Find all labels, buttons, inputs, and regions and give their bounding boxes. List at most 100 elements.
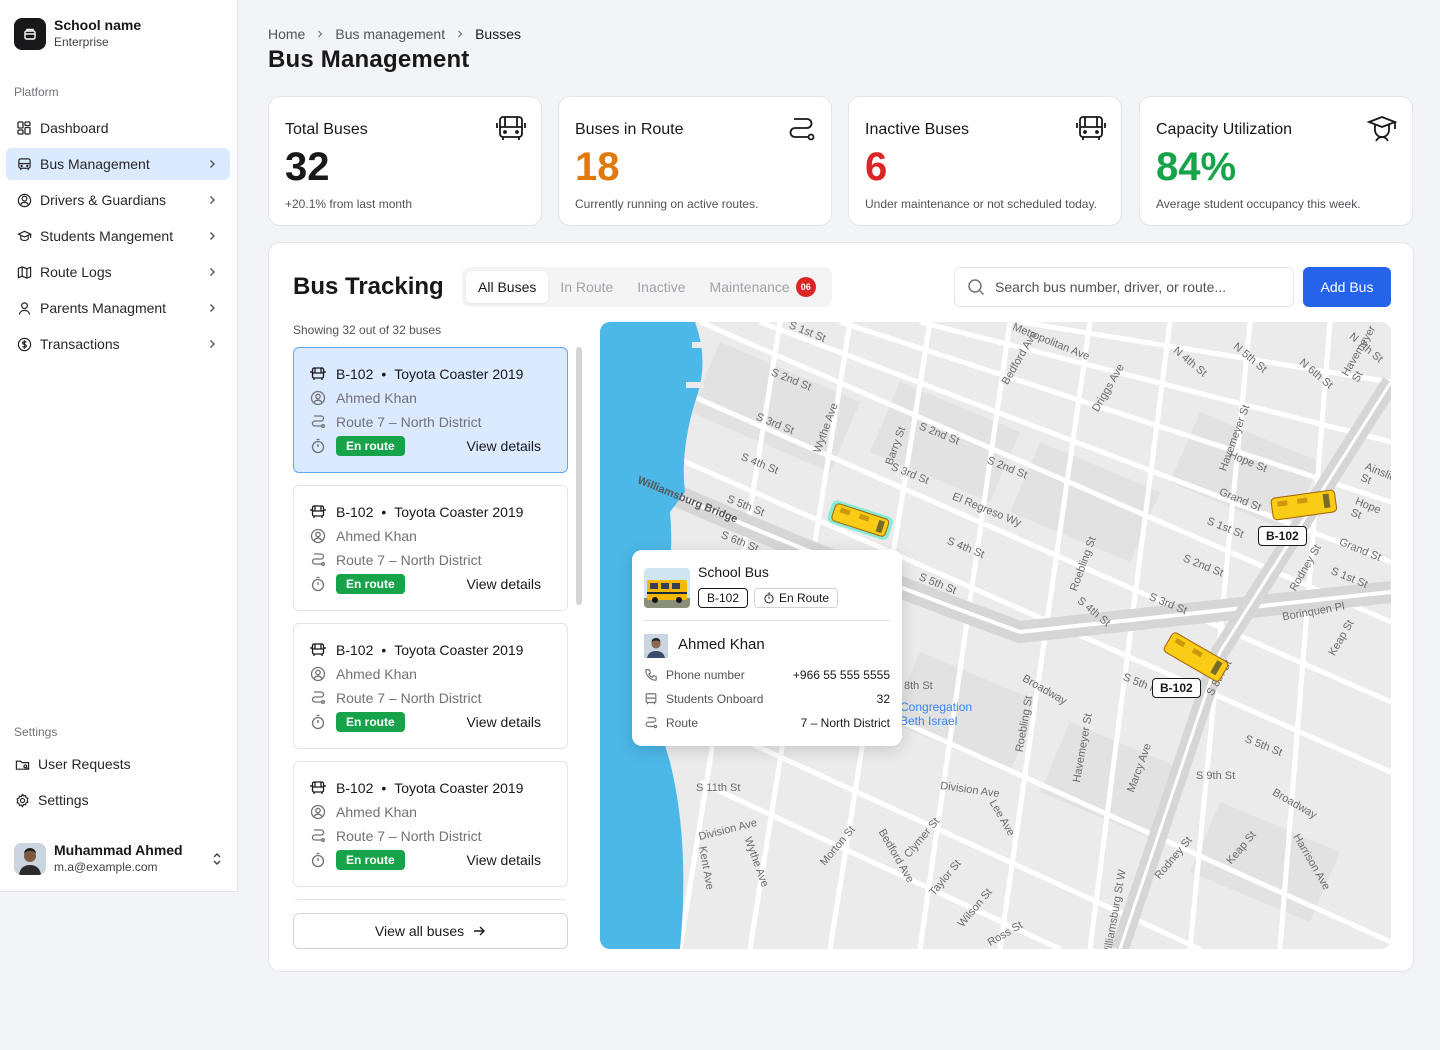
route-icon (311, 415, 325, 428)
bus-tag[interactable]: B-102 (1152, 678, 1201, 698)
route-name: Route 7 – North District (336, 690, 482, 706)
stat-value: 6 (865, 145, 888, 189)
scrollbar-thumb[interactable] (576, 347, 582, 605)
bus-model: Toyota Coaster 2019 (394, 780, 524, 796)
bus-card[interactable]: B-102 • Toyota Coaster 2019 Ahmed Khan Rou… (293, 485, 568, 611)
stat-card-inactive-buses: Inactive Buses 6 Under maintenance or no… (848, 96, 1122, 226)
bus-tag[interactable]: B-102 (1258, 526, 1307, 546)
tab-in-route[interactable]: In Route (548, 271, 625, 303)
bus-card[interactable]: B-102 • Toyota Coaster 2019 Ahmed Khan Rou… (293, 761, 568, 887)
popup-title: School Bus (698, 564, 769, 580)
route-icon (311, 829, 325, 842)
bus-model: Toyota Coaster 2019 (394, 366, 524, 382)
sidebar-item-user-requests[interactable]: User Requests (6, 748, 230, 780)
status-badge: En route (336, 850, 405, 870)
tab-inactive[interactable]: Inactive (625, 271, 697, 303)
sidebar-item-label: Parents Managment (40, 300, 167, 316)
dollar-circle-icon (16, 336, 32, 352)
route-label: Route (666, 716, 699, 730)
route-value: 7 – North District (800, 716, 890, 730)
timer-icon (311, 438, 325, 454)
students-label: Students Onboard (666, 692, 764, 706)
status-tabs: All Buses In Route Inactive Maintenance … (462, 267, 832, 307)
sidebar-item-label: Settings (38, 792, 89, 808)
chevrons-up-down-icon (213, 852, 221, 865)
popup-divider (644, 620, 890, 621)
route-name: Route 7 – North District (336, 414, 482, 430)
bus-icon (310, 781, 326, 794)
sidebar-item-label: Dashboard (40, 120, 109, 136)
separator-dot: • (381, 780, 387, 796)
route-name: Route 7 – North District (336, 552, 482, 568)
tab-all-buses[interactable]: All Buses (466, 271, 549, 303)
bus-list-scrollbar[interactable] (576, 347, 584, 951)
sidebar-item-label: Drivers & Guardians (40, 192, 167, 208)
sidebar-item-label: Students Mangement (40, 228, 174, 244)
stat-title: Total Buses (285, 121, 368, 138)
driver-name: Ahmed Khan (336, 390, 417, 406)
students-value: 32 (876, 692, 890, 706)
bus-icon (645, 693, 657, 705)
sidebar-item-students-management[interactable]: Students Mangement (6, 220, 230, 252)
user-menu[interactable]: Muhammad Ahmed m.a@example.com (14, 842, 224, 875)
bus-marker[interactable] (1158, 632, 1234, 682)
breadcrumb-home[interactable]: Home (268, 26, 305, 42)
sidebar-item-bus-management[interactable]: Bus Management (6, 148, 230, 180)
stat-title: Inactive Buses (865, 121, 970, 138)
status-badge: En route (336, 436, 405, 456)
search-input[interactable] (995, 279, 1275, 295)
stat-subtext: +20.1% from last month (285, 197, 413, 211)
sidebar-item-parents-management[interactable]: Parents Managment (6, 292, 230, 324)
driver-name: Ahmed Khan (336, 528, 417, 544)
timer-icon (311, 714, 325, 730)
popup-students-row: Students Onboard 32 (644, 690, 890, 708)
stat-value: 84% (1156, 145, 1237, 189)
bus-icon (310, 367, 326, 380)
bus-card[interactable]: B-102 • Toyota Coaster 2019 Ahmed Khan Rou… (293, 623, 568, 749)
tracking-map[interactable]: S 1st St S 2nd St S 3rd St S 4th St S 5t… (600, 322, 1391, 949)
view-details-link[interactable]: View details (467, 576, 541, 592)
sidebar-item-dashboard[interactable]: Dashboard (6, 112, 230, 144)
view-all-buses-button[interactable]: View all buses (293, 913, 568, 949)
bus-card[interactable] (293, 899, 568, 901)
chevron-right-icon (210, 304, 215, 312)
driver-avatar (644, 634, 668, 658)
popup-status: En Route (779, 591, 830, 605)
sidebar-item-settings[interactable]: Settings (6, 784, 230, 816)
settings-nav: User Requests Settings (6, 748, 230, 820)
chevron-right-icon (210, 232, 215, 240)
page-title: Bus Management (268, 46, 470, 73)
add-bus-button[interactable]: Add Bus (1303, 267, 1391, 307)
view-details-link[interactable]: View details (467, 438, 541, 454)
sidebar-item-drivers-guardians[interactable]: Drivers & Guardians (6, 184, 230, 216)
bus-list: B-102 • Toyota Coaster 2019 Ahmed Khan Rou… (293, 347, 568, 901)
bus-icon (310, 505, 326, 518)
popup-phone-row: Phone number +966 55 555 5555 (644, 666, 890, 684)
view-details-link[interactable]: View details (467, 714, 541, 730)
route-icon (311, 553, 325, 566)
drivers-icon (16, 192, 32, 208)
school-switcher[interactable]: School name Enterprise (14, 17, 141, 50)
tab-maintenance[interactable]: Maintenance 06 (698, 271, 828, 303)
school-name: School name (54, 17, 142, 33)
bus-card[interactable]: B-102 • Toyota Coaster 2019 Ahmed Khan Rou… (293, 347, 568, 473)
bus-marker[interactable] (1268, 486, 1340, 526)
stat-value: 32 (285, 145, 330, 189)
bus-front-icon (1076, 116, 1106, 140)
bus-front-icon (496, 116, 526, 140)
bus-info-popup: School Bus B-102 En Route Ahmed Khan Pho… (632, 550, 902, 746)
driver-name: Ahmed Khan (336, 804, 417, 820)
search-icon (968, 279, 985, 296)
breadcrumb-section[interactable]: Bus management (335, 26, 445, 42)
phone-icon (645, 669, 657, 681)
driver-name: Ahmed Khan (336, 666, 417, 682)
sidebar-item-route-logs[interactable]: Route Logs (6, 256, 230, 288)
sidebar-item-transactions[interactable]: Transactions (6, 328, 230, 360)
arrow-right-icon (474, 926, 486, 936)
chevron-right-icon (318, 30, 323, 38)
bus-number: B-102 (336, 504, 374, 520)
bus-marker-highlighted[interactable] (824, 496, 896, 546)
view-details-link[interactable]: View details (467, 852, 541, 868)
stat-subtext: Currently running on active routes. (575, 197, 759, 211)
stat-title: Capacity Utilization (1156, 121, 1293, 138)
